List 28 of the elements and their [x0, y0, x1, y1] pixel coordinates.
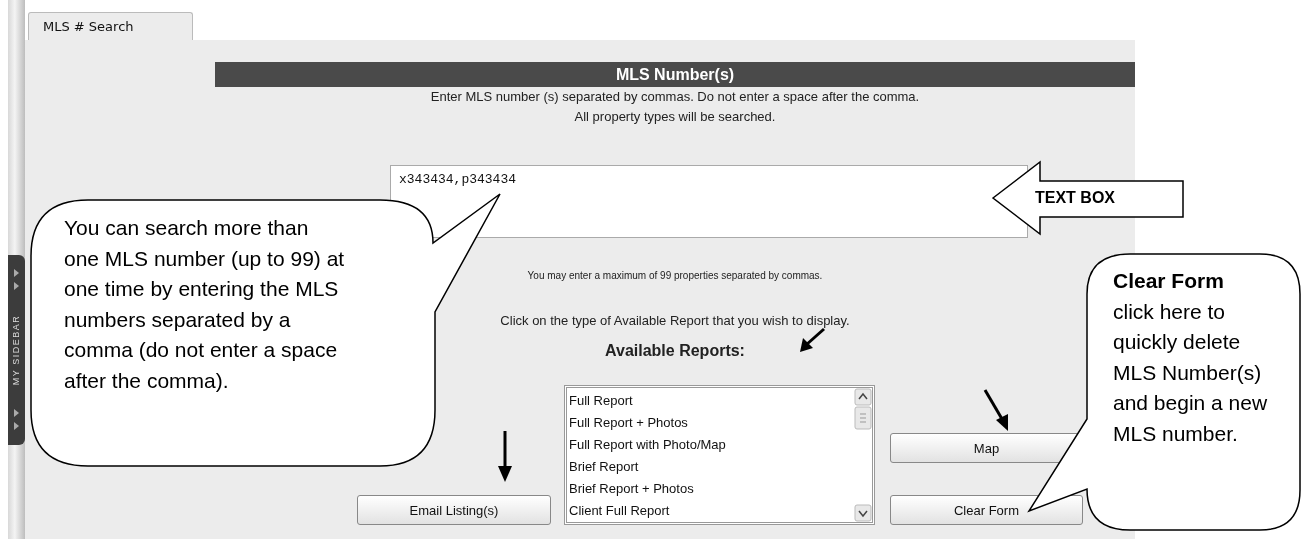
report-prompt: Click on the type of Available Report that you wish to display.	[500, 313, 850, 328]
clear-form-button[interactable]: Clear Form	[890, 495, 1083, 525]
callout-tooltip-text: You can search more than one MLS number (up to 99) at one time by entering the MLS numbers separated by a comma (do not enter a space after the comma).	[64, 215, 346, 394]
sidebar-tab[interactable]: MY SIDEBAR	[8, 255, 25, 445]
instruction-text: Enter MLS number (s) separated by commas. Do not enter a space after the comma.	[430, 88, 920, 106]
section-header: MLS Number(s)	[215, 62, 1135, 87]
instruction-text: All property types will be searched.	[574, 108, 776, 126]
callout-tooltip-title: Clear Form	[1113, 268, 1225, 294]
pointer-arrow	[498, 431, 512, 482]
pointer-arrow	[800, 327, 825, 352]
sidebar-label: MY SIDEBAR	[11, 314, 22, 386]
arrow-tooltip-label: TEXT BOX	[1035, 189, 1116, 207]
tab[interactable]: MLS # Search	[28, 12, 193, 40]
report-option[interactable]: Full Report with Photo/Map	[567, 434, 854, 456]
pointer-arrow	[983, 389, 1008, 431]
callout-tooltip-text: click here to quickly delete MLS Number(s) and begin a new MLS number.	[1113, 298, 1269, 447]
report-option[interactable]: Brief Report	[567, 456, 854, 478]
report-option[interactable]: Client Full Report	[567, 500, 854, 522]
report-option[interactable]: Full Report + Photos	[567, 412, 854, 434]
reports-title: Available Reports:	[605, 342, 745, 360]
maximum-note: You may enter a maximum of 99 properties separated by commas.	[527, 270, 823, 281]
chevrons-icon	[13, 407, 20, 433]
email-listings-button[interactable]: Email Listing(s)	[357, 495, 551, 525]
report-option[interactable]: Brief Report + Photos	[567, 478, 854, 500]
mls-number-field[interactable]: x343434,p343434	[390, 165, 1028, 238]
reports-listbox[interactable]: Full Report Full Report + Photos Full Report with Photo/Map Brief Report Brief Report + Photos Client Full Report	[564, 385, 875, 525]
report-option[interactable]: Full Report	[567, 390, 854, 412]
chevrons-icon	[13, 267, 20, 293]
